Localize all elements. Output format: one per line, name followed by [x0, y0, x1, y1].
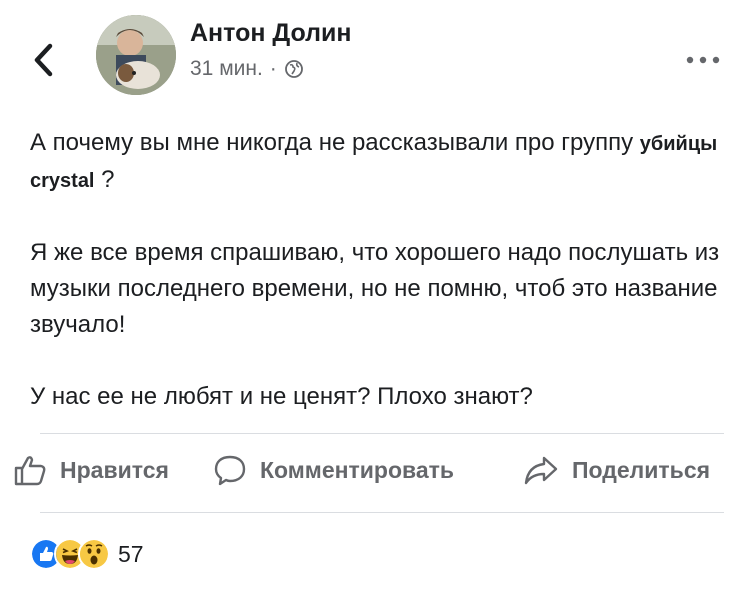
share-button[interactable]: Поделиться — [522, 452, 710, 488]
reactions-summary[interactable]: 57 — [30, 538, 144, 570]
post-paragraph: У нас ее не любят и не ценят? Плохо знаю… — [30, 383, 533, 410]
post-paragraph: Я же все время спрашиваю, что хорошего н… — [30, 239, 720, 338]
back-button[interactable] — [30, 40, 58, 80]
wow-reaction-icon — [78, 538, 110, 570]
author-name[interactable]: Антон Долин — [190, 19, 352, 48]
globe-icon — [284, 60, 303, 78]
action-bar: Нравится Комментировать Поделиться — [0, 452, 750, 492]
more-icon — [686, 56, 720, 64]
thumbs-up-icon — [14, 456, 46, 486]
post-meta: 31 мин. · — [190, 57, 304, 81]
divider — [40, 433, 724, 434]
like-button[interactable]: Нравится — [12, 452, 169, 488]
comment-button[interactable]: Комментировать — [212, 452, 454, 488]
comment-icon — [214, 455, 246, 486]
post-paragraph: А почему вы мне никогда не рассказывали … — [30, 129, 718, 193]
avatar[interactable] — [96, 15, 176, 95]
timestamp[interactable]: 31 мин. — [190, 57, 263, 81]
meta-separator: · — [269, 57, 277, 80]
post-body: А почему вы мне никогда не рассказывали … — [30, 125, 720, 415]
avatar-photo — [96, 15, 176, 95]
reaction-count: 57 — [118, 540, 144, 567]
chevron-left-icon — [34, 43, 53, 77]
share-icon — [524, 456, 558, 485]
more-options-button[interactable] — [683, 52, 723, 64]
divider — [40, 512, 724, 513]
